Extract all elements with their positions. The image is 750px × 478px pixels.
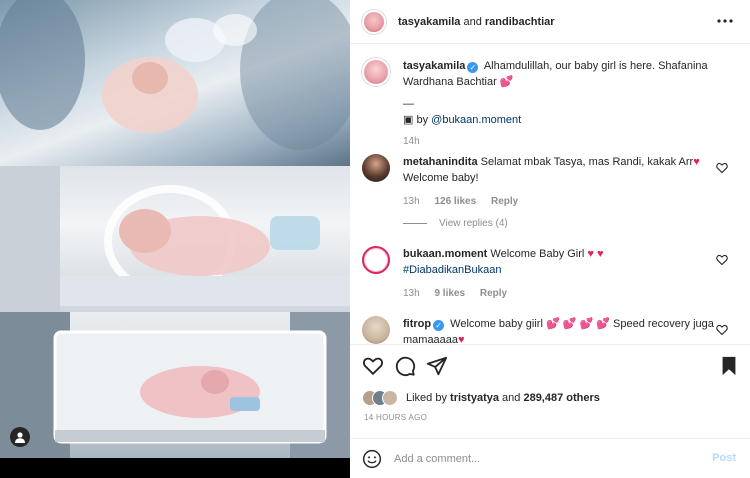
smiley-icon[interactable] bbox=[362, 449, 382, 469]
caption-time[interactable]: 14h bbox=[403, 136, 420, 147]
caption-credit-prefix: by bbox=[416, 114, 429, 126]
caption-credit: ▣ by @bukaan.moment bbox=[403, 112, 721, 128]
comment-meta: 13h 126 likes Reply bbox=[403, 194, 721, 210]
comment-like-heart-icon[interactable] bbox=[716, 162, 728, 174]
post-media[interactable] bbox=[0, 0, 350, 478]
comment-input[interactable] bbox=[394, 452, 694, 465]
comment-username[interactable]: bukaan.moment bbox=[403, 248, 487, 260]
post-panel: tasyakamila and randibachtiar tasyakamil… bbox=[350, 0, 750, 478]
reply-button[interactable]: Reply bbox=[491, 196, 518, 207]
view-replies-button[interactable]: View replies (4) bbox=[403, 218, 508, 229]
comment-emoji: ♥ ♥ bbox=[587, 248, 604, 260]
photo-incubator-closeup bbox=[0, 166, 350, 312]
post-button[interactable]: Post bbox=[712, 452, 736, 464]
comment-icon[interactable] bbox=[394, 355, 416, 377]
caption-divider: — bbox=[403, 98, 414, 110]
comment-emoji: ♥ bbox=[693, 156, 700, 168]
caption-meta: 14h bbox=[403, 134, 721, 150]
author-username[interactable]: tasyakamila bbox=[398, 16, 460, 28]
comment-meta: 13h 9 likes Reply bbox=[403, 286, 721, 302]
comment-text: Selamat mbak Tasya, mas Randi, kakak Arr bbox=[480, 156, 694, 168]
comment-body: fitrop ✓ Welcome baby giirl 💕 💕 💕 💕 Speed… bbox=[403, 316, 721, 344]
comment-avatar[interactable] bbox=[362, 246, 390, 274]
liker-avatar bbox=[382, 390, 398, 406]
media-bottom-bar bbox=[0, 458, 350, 478]
comment-body: metahanindita Selamat mbak Tasya, mas Ra… bbox=[403, 154, 721, 210]
comment-like-heart-icon[interactable] bbox=[716, 324, 728, 336]
comment-time[interactable]: 13h bbox=[403, 288, 420, 299]
comment-likes[interactable]: 9 likes bbox=[434, 288, 465, 299]
comment-username[interactable]: metahanindita bbox=[403, 156, 478, 168]
header-usernames: tasyakamila and randibachtiar bbox=[398, 16, 555, 28]
post-header: tasyakamila and randibachtiar bbox=[350, 0, 750, 44]
caption-username[interactable]: tasyakamila bbox=[403, 60, 465, 72]
bookmark-icon[interactable] bbox=[718, 355, 740, 377]
comment-text: Welcome Baby Girl bbox=[490, 248, 585, 260]
tagged-users-button[interactable] bbox=[10, 427, 30, 447]
photo-incubator-wide bbox=[0, 312, 350, 458]
likes-user[interactable]: tristyatya bbox=[450, 392, 499, 404]
likes-middle: and bbox=[502, 392, 521, 404]
comment-body: bukaan.moment Welcome Baby Girl ♥ ♥ #Dia… bbox=[403, 246, 721, 302]
heart-icon[interactable] bbox=[362, 355, 384, 377]
comment-likes[interactable]: 126 likes bbox=[434, 196, 476, 207]
caption-emoji: 💕 bbox=[499, 76, 514, 88]
caption-avatar[interactable] bbox=[362, 58, 390, 86]
action-bar bbox=[350, 344, 750, 388]
comment-avatar[interactable] bbox=[362, 154, 390, 182]
comment-emoji-2: ♥ bbox=[458, 334, 465, 344]
header-connector: and bbox=[463, 15, 482, 28]
reply-button[interactable]: Reply bbox=[480, 288, 507, 299]
author-avatar[interactable] bbox=[362, 9, 386, 34]
likes-count[interactable]: 289,487 others bbox=[523, 392, 599, 404]
more-options-button[interactable] bbox=[716, 12, 734, 30]
post-timestamp[interactable]: 14 HOURS AGO bbox=[364, 413, 427, 422]
caption-credit-handle[interactable]: @bukaan.moment bbox=[431, 114, 521, 126]
collaborator-username[interactable]: randibachtiar bbox=[485, 16, 555, 28]
comment-avatar[interactable] bbox=[362, 316, 390, 344]
comment-emoji: 💕 💕 💕 💕 bbox=[545, 318, 610, 330]
comment-time[interactable]: 13h bbox=[403, 196, 420, 207]
comment-username[interactable]: fitrop bbox=[403, 318, 431, 330]
comment-text: Welcome baby giirl bbox=[450, 318, 543, 330]
verified-badge-icon: ✓ bbox=[433, 320, 445, 331]
view-replies-label: View replies (4) bbox=[439, 218, 508, 229]
comment-like-heart-icon[interactable] bbox=[716, 254, 728, 266]
caption-body: tasyakamila ✓ Alhamdulillah, our baby gir… bbox=[403, 58, 721, 150]
camera-icon: ▣ bbox=[403, 114, 414, 126]
likes-prefix: Liked by bbox=[406, 392, 447, 404]
comments-list[interactable]: tasyakamila ✓ Alhamdulillah, our baby gir… bbox=[350, 44, 750, 344]
more-horizontal-icon bbox=[717, 19, 733, 23]
view-replies-line bbox=[403, 222, 427, 224]
verified-badge-icon: ✓ bbox=[467, 62, 479, 73]
add-comment-bar: Post bbox=[350, 438, 750, 478]
comment-hashtag[interactable]: #DiabadikanBukaan bbox=[403, 262, 721, 278]
user-icon bbox=[15, 432, 25, 443]
send-icon[interactable] bbox=[426, 355, 448, 377]
likes-text: Liked by tristyatya and 289,487 others bbox=[406, 392, 600, 404]
likes-summary: Liked by tristyatya and 289,487 others bbox=[362, 388, 742, 408]
photo-delivery-room bbox=[0, 0, 350, 166]
comment-text-2: Welcome baby! bbox=[403, 172, 479, 184]
